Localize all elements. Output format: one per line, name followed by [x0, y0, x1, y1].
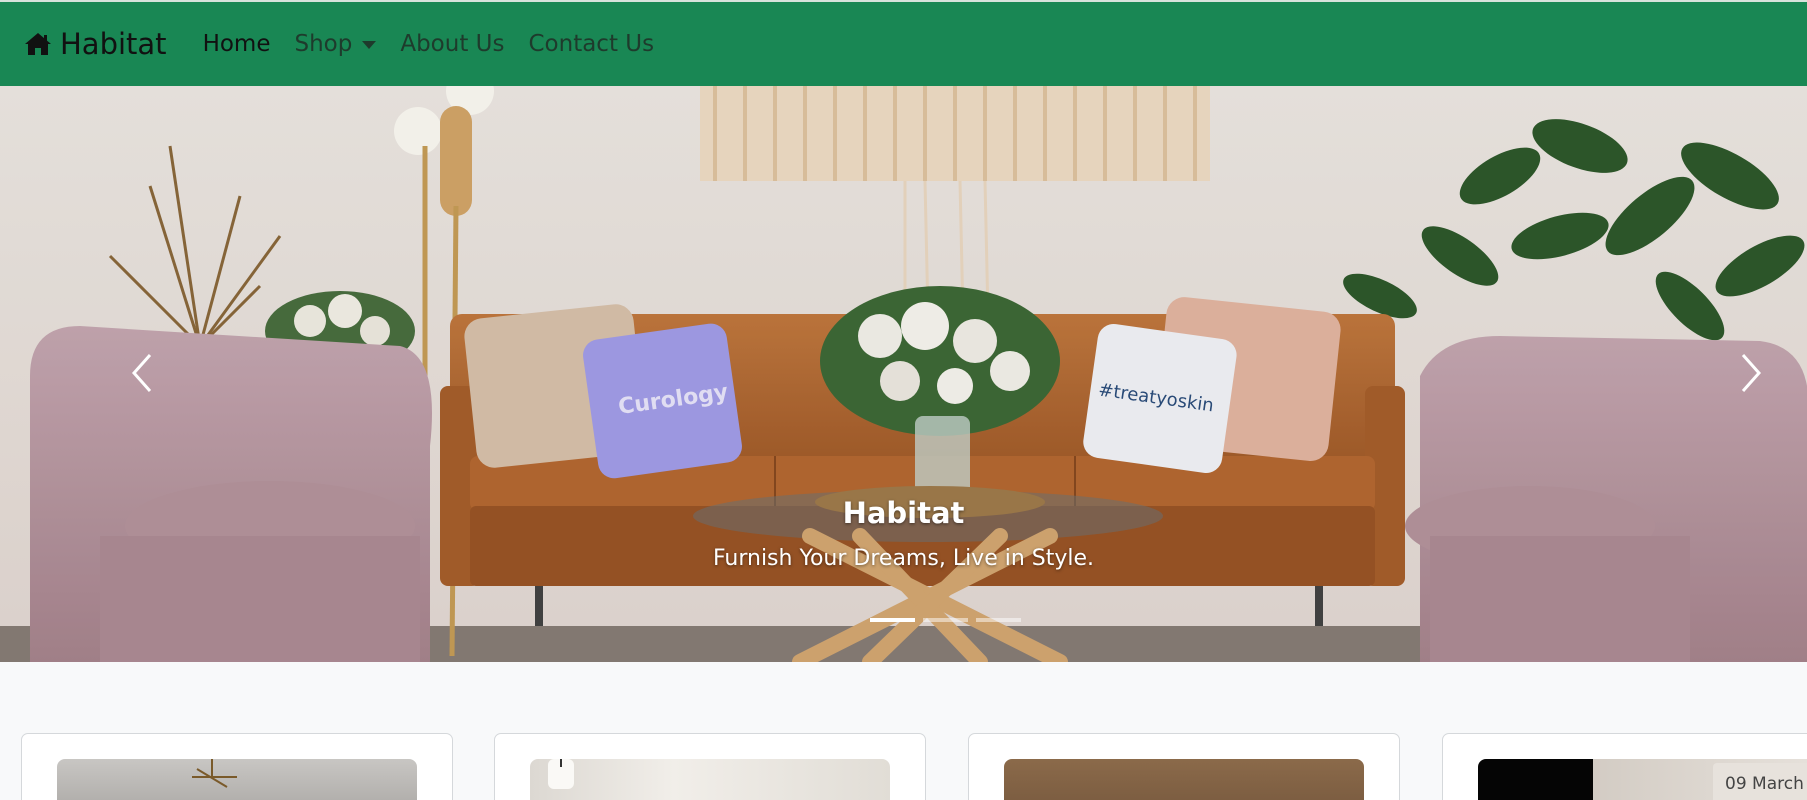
nav-about[interactable]: About Us: [400, 31, 504, 57]
nav-contact-label: Contact Us: [528, 31, 655, 57]
chevron-right-icon: [1741, 354, 1762, 392]
carousel-indicator[interactable]: [976, 618, 1021, 622]
product-card[interactable]: [494, 733, 926, 800]
carousel-indicator[interactable]: [870, 618, 915, 622]
nav-shop-dropdown[interactable]: Shop: [294, 31, 377, 57]
pendant-lamp-icon: [548, 759, 574, 789]
brand-link[interactable]: Habitat: [24, 27, 167, 61]
card-image: [57, 759, 417, 800]
product-card[interactable]: [968, 733, 1400, 800]
nav-about-label: About Us: [400, 31, 505, 57]
date-badge: 09 March: [1713, 763, 1807, 800]
carousel-indicator[interactable]: [923, 618, 968, 622]
card-image: [530, 759, 890, 800]
carousel-caption-title: Habitat: [842, 496, 965, 530]
carousel-prev-button[interactable]: [117, 348, 167, 398]
carousel-caption-text: Furnish Your Dreams, Live in Style.: [712, 546, 1095, 571]
nav-shop-label: Shop: [294, 31, 353, 57]
nav-home[interactable]: Home: [203, 31, 271, 57]
nav-home-label: Home: [202, 31, 271, 57]
chevron-left-icon: [131, 354, 152, 392]
carousel-indicators: [870, 618, 1021, 622]
home-icon: [25, 33, 51, 55]
hero-carousel: Curology #treatyoskin Habitat Furnish Yo…: [0, 86, 1807, 662]
navbar: Habitat Home Shop About Us Contact Us: [0, 0, 1807, 86]
nav-contact[interactable]: Contact Us: [528, 31, 654, 57]
caret-down-icon: [362, 41, 377, 49]
chandelier-icon: [192, 759, 237, 788]
card-image: [1004, 759, 1364, 800]
brand-label: Habitat: [60, 27, 167, 61]
hero-slide-image: Curology #treatyoskin: [0, 86, 1807, 662]
carousel-next-button[interactable]: [1726, 348, 1776, 398]
product-card[interactable]: [21, 733, 453, 800]
